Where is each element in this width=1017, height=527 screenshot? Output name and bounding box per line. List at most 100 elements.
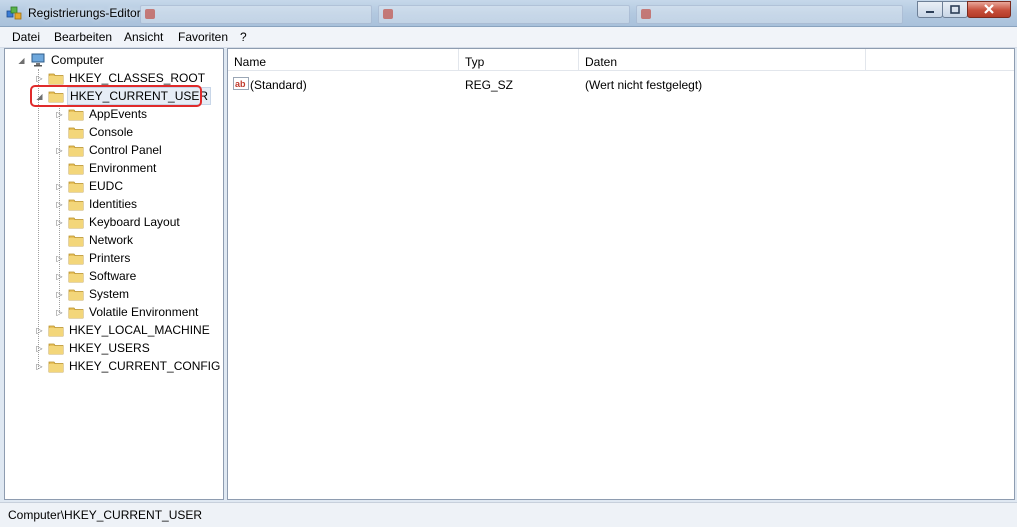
tree-item-hkey-local-machine[interactable]: ▷ HKEY_LOCAL_MACHINE xyxy=(35,321,212,339)
expand-arrow-icon[interactable]: ▷ xyxy=(55,146,64,155)
tree-item-hkey-current-config[interactable]: ▷ HKEY_CURRENT_CONFIG xyxy=(35,357,222,375)
tree-item-computer[interactable]: ◢ Computer xyxy=(17,51,106,69)
folder-icon xyxy=(68,143,84,157)
folder-icon xyxy=(48,71,64,85)
collapse-arrow-icon[interactable]: ◢ xyxy=(17,56,26,65)
folder-icon xyxy=(68,269,84,283)
window-title: Registrierungs-Editor xyxy=(28,6,141,20)
close-icon xyxy=(983,3,995,17)
menu-bearbeiten[interactable]: Bearbeiten xyxy=(54,30,112,44)
expand-arrow-icon[interactable]: ▷ xyxy=(55,200,64,209)
column-header-name[interactable]: Name xyxy=(228,49,459,71)
column-header-data[interactable]: Daten xyxy=(579,49,866,71)
highlight-annotation xyxy=(30,85,202,107)
string-value-icon: ab xyxy=(233,76,249,91)
background-window-tab xyxy=(378,5,630,24)
tree-item-label: Computer xyxy=(51,53,104,67)
maximize-button[interactable] xyxy=(942,1,968,18)
svg-text:ab: ab xyxy=(235,79,246,89)
value-type: REG_SZ xyxy=(465,78,514,92)
folder-icon xyxy=(68,107,84,121)
tree-item-eudc[interactable]: ▷ EUDC xyxy=(55,177,125,195)
folder-icon xyxy=(48,341,64,355)
folder-icon xyxy=(68,233,84,247)
tree-item-label: Printers xyxy=(89,251,131,265)
expand-arrow-icon[interactable]: ▷ xyxy=(35,362,44,371)
tree-item-label: Network xyxy=(89,233,134,247)
tree-item-label: Identities xyxy=(89,197,138,211)
background-window-tab xyxy=(636,5,903,24)
folder-icon xyxy=(68,197,84,211)
tree-item-label: AppEvents xyxy=(89,107,148,121)
tree-item-label: Software xyxy=(89,269,137,283)
tree-item-label: System xyxy=(89,287,130,301)
regedit-window: Registrierungs-Editor Datei Bearbeiten A… xyxy=(0,0,1017,527)
folder-icon xyxy=(48,323,64,337)
folder-icon xyxy=(68,179,84,193)
value-name: (Standard) xyxy=(250,78,307,92)
folder-icon xyxy=(48,359,64,373)
folder-icon xyxy=(68,161,84,175)
expand-arrow-icon[interactable]: ▷ xyxy=(35,74,44,83)
tree-item-system[interactable]: ▷ System xyxy=(55,285,131,303)
tree-item-label: HKEY_LOCAL_MACHINE xyxy=(69,323,210,337)
folder-icon xyxy=(68,305,84,319)
folder-icon xyxy=(68,251,84,265)
minimize-button[interactable] xyxy=(917,1,943,18)
tree-item-volatile-environment[interactable]: ▷ Volatile Environment xyxy=(55,303,200,321)
expand-arrow-icon[interactable]: ▷ xyxy=(35,326,44,335)
tree-item-label: HKEY_USERS xyxy=(69,341,150,355)
tree-item-label: Control Panel xyxy=(89,143,162,157)
close-button[interactable] xyxy=(967,1,1011,18)
tree-item-appevents[interactable]: ▷ AppEvents xyxy=(55,105,149,123)
tree-item-environment[interactable]: Environment xyxy=(55,159,158,177)
status-bar: Computer\HKEY_CURRENT_USER xyxy=(0,502,1017,527)
maximize-icon xyxy=(950,3,960,17)
tree-item-software[interactable]: ▷ Software xyxy=(55,267,138,285)
tree-item-console[interactable]: Console xyxy=(55,123,135,141)
regedit-app-icon xyxy=(6,5,22,21)
tree-item-network[interactable]: Network xyxy=(55,231,135,249)
tree-item-identities[interactable]: ▷ Identities xyxy=(55,195,139,213)
expand-arrow-icon[interactable]: ▷ xyxy=(35,344,44,353)
menu-bar: Datei Bearbeiten Ansicht Favoriten ? xyxy=(0,27,1017,48)
expand-arrow-icon[interactable]: ▷ xyxy=(55,182,64,191)
expand-arrow-icon[interactable]: ▷ xyxy=(55,272,64,281)
tree-item-label: HKEY_CURRENT_CONFIG xyxy=(69,359,221,373)
tree-item-hkey-users[interactable]: ▷ HKEY_USERS xyxy=(35,339,152,357)
tree-item-keyboard-layout[interactable]: ▷ Keyboard Layout xyxy=(55,213,182,231)
menu-help[interactable]: ? xyxy=(240,30,247,44)
expand-arrow-icon[interactable]: ▷ xyxy=(55,290,64,299)
browser-tab-icon xyxy=(641,9,651,19)
tree-item-label: Console xyxy=(89,125,134,139)
status-path: Computer\HKEY_CURRENT_USER xyxy=(8,508,203,522)
tree-item-control-panel[interactable]: ▷ Control Panel xyxy=(55,141,164,159)
menu-ansicht[interactable]: Ansicht xyxy=(124,30,163,44)
tree-item-printers[interactable]: ▷ Printers xyxy=(55,249,132,267)
values-list[interactable]: Name Typ Daten ab (Standard) REG_SZ (Wer… xyxy=(227,48,1015,500)
expand-arrow-icon[interactable]: ▷ xyxy=(55,110,64,119)
registry-tree[interactable]: ◢ Computer ▷ HKEY_CLASSES_ROOT ◢ HKEY_CU… xyxy=(4,48,224,500)
computer-icon xyxy=(30,53,46,67)
expand-arrow-icon[interactable]: ▷ xyxy=(55,218,64,227)
expand-arrow-icon[interactable]: ▷ xyxy=(55,308,64,317)
expand-arrow-icon[interactable]: ▷ xyxy=(55,254,64,263)
value-data: (Wert nicht festgelegt) xyxy=(585,78,703,92)
menu-datei[interactable]: Datei xyxy=(12,30,40,44)
title-bar[interactable]: Registrierungs-Editor xyxy=(0,0,1017,27)
folder-icon xyxy=(68,215,84,229)
column-header-type[interactable]: Typ xyxy=(459,49,579,71)
column-header-filler xyxy=(866,49,1014,71)
window-controls xyxy=(917,1,1011,19)
tree-item-label: Volatile Environment xyxy=(89,305,199,319)
minimize-icon xyxy=(925,3,935,17)
menu-favoriten[interactable]: Favoriten xyxy=(178,30,228,44)
background-window-tab xyxy=(140,5,372,24)
browser-tab-icon xyxy=(383,9,393,19)
tree-item-label: Keyboard Layout xyxy=(89,215,180,229)
tree-item-label: Environment xyxy=(89,161,157,175)
folder-icon xyxy=(68,125,84,139)
